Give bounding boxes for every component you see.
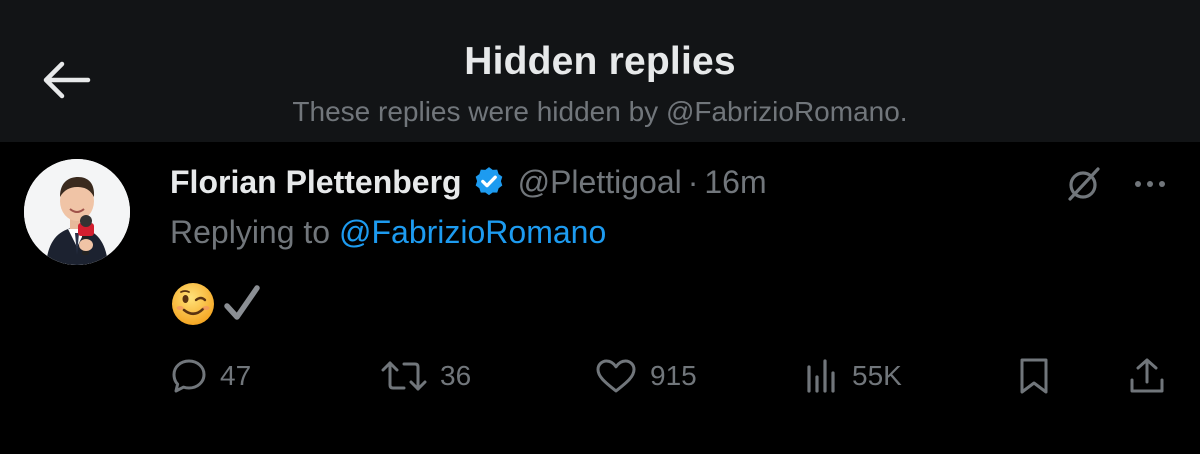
author-handle[interactable]: @Plettigoal	[518, 164, 682, 201]
like-button[interactable]: 915	[594, 354, 697, 398]
author-name[interactable]: Florian Plettenberg	[170, 164, 462, 201]
page-title: Hidden replies	[464, 40, 736, 83]
winking-face-icon	[172, 283, 214, 325]
tweet-timestamp[interactable]: 16m	[704, 164, 766, 201]
hidden-reply-toggle-icon[interactable]	[1063, 164, 1103, 204]
view-count: 55K	[852, 360, 902, 391]
views-button[interactable]: 55K	[802, 354, 902, 398]
reply-icon	[172, 359, 206, 393]
separator-dot: ·	[687, 163, 699, 200]
reply-count: 47	[220, 360, 252, 391]
tweet-actions-bar: 47 36 915 55K	[170, 354, 1180, 398]
hidden-replies-header: Hidden replies These replies were hidden…	[0, 0, 1200, 142]
replying-to-label: Replying to	[170, 214, 339, 250]
avatar[interactable]	[24, 159, 130, 265]
more-options-icon[interactable]	[1128, 164, 1172, 204]
views-chart-icon	[807, 359, 835, 393]
repost-button[interactable]: 36	[380, 354, 471, 398]
bookmark-button[interactable]	[1017, 354, 1051, 398]
bookmark-icon	[1020, 358, 1048, 394]
avatar-image	[24, 159, 130, 265]
page-subtitle: These replies were hidden by @FabrizioRo…	[292, 96, 908, 127]
tweet-author-row: Florian Plettenberg @Plettigoal · 16m	[170, 160, 767, 204]
like-count: 915	[650, 360, 697, 391]
check-mark-icon	[224, 285, 260, 320]
reply-button[interactable]: 47	[170, 354, 251, 398]
tweet[interactable]: Florian Plettenberg @Plettigoal · 16m Re…	[0, 142, 1200, 454]
share-button[interactable]	[1127, 354, 1167, 398]
heart-icon	[596, 359, 636, 393]
replying-to-mention[interactable]: @FabrizioRomano	[339, 214, 606, 250]
tweet-content	[170, 280, 260, 328]
replying-to-line: Replying to @FabrizioRomano	[170, 214, 606, 251]
share-icon	[1130, 358, 1164, 393]
verified-badge-icon[interactable]	[472, 165, 506, 199]
repost-icon	[381, 361, 427, 391]
repost-count: 36	[440, 360, 472, 391]
